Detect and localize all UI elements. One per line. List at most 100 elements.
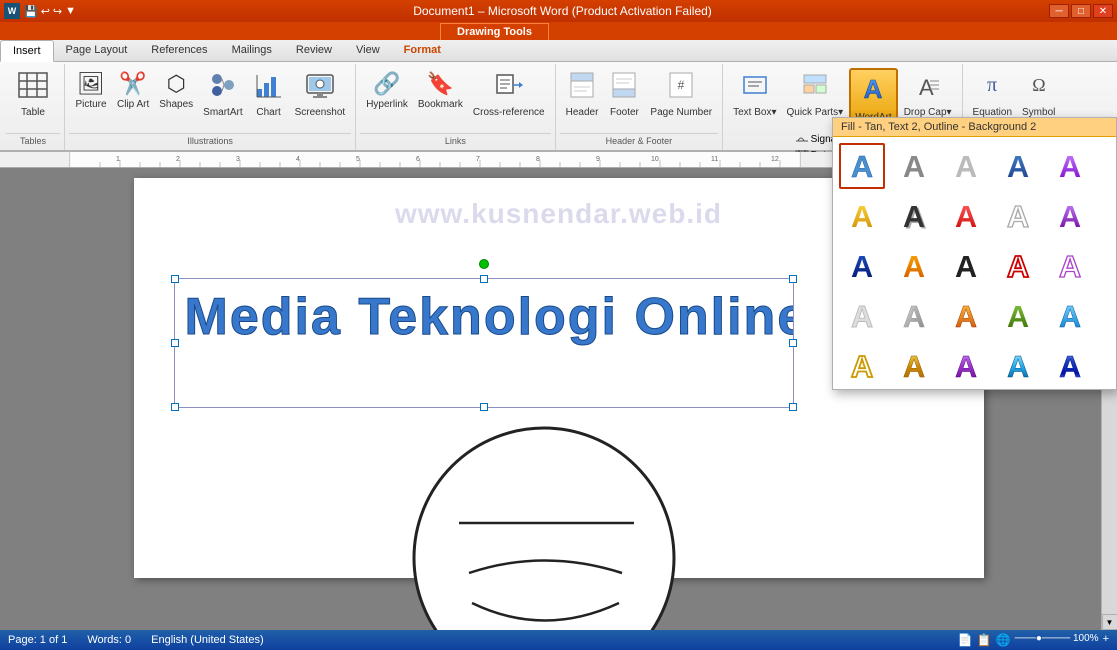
svg-text:A: A (919, 75, 934, 99)
svg-text:A: A (851, 350, 873, 384)
handle-top-middle[interactable] (480, 275, 488, 283)
footer-label: Footer (610, 107, 639, 119)
maximize-btn[interactable]: □ (1071, 4, 1091, 18)
gallery-item-17[interactable]: A (891, 293, 937, 339)
gallery-item-7[interactable]: A A (891, 193, 937, 239)
gallery-item-15[interactable]: A (1047, 243, 1093, 289)
gallery-item-2[interactable]: A (891, 143, 937, 189)
tab-review[interactable]: Review (284, 39, 344, 61)
gallery-item-23[interactable]: A (943, 343, 989, 389)
minimize-btn[interactable]: ─ (1049, 4, 1069, 18)
svg-text:12: 12 (771, 156, 779, 163)
close-btn[interactable]: ✕ (1093, 4, 1113, 18)
tab-references[interactable]: References (139, 39, 219, 61)
header-icon (569, 71, 595, 105)
quickparts-icon (802, 71, 828, 105)
screenshot-btn[interactable]: Screenshot (291, 68, 350, 130)
gallery-item-25[interactable]: A (1047, 343, 1093, 389)
svg-text:A: A (864, 74, 883, 104)
gallery-item-21[interactable]: A (839, 343, 885, 389)
picture-label: Picture (75, 99, 106, 111)
gallery-row-1: A A A (839, 143, 1110, 189)
hyperlink-label: Hyperlink (366, 99, 408, 111)
dropcap-icon: A (915, 71, 941, 105)
customize-btn[interactable]: ▼ (65, 5, 76, 18)
handle-middle-left[interactable] (171, 339, 179, 347)
gallery-item-24[interactable]: A (995, 343, 1041, 389)
handle-rotate[interactable] (479, 259, 489, 269)
zoom-in-btn[interactable]: + (1103, 633, 1109, 647)
zoom-slider[interactable]: ───●──── 100% (1015, 633, 1099, 647)
page-number-label: Page Number (650, 107, 712, 119)
view-full-btn[interactable]: 📋 (977, 633, 992, 647)
gallery-tooltip: Fill - Tan, Text 2, Outline - Background… (833, 118, 1116, 137)
gallery-item-9[interactable]: A (995, 193, 1041, 239)
gallery-item-3[interactable]: A (943, 143, 989, 189)
gallery-row-5: A A A (839, 343, 1110, 389)
chart-btn[interactable]: Chart (249, 68, 289, 130)
ribbon-group-links: 🔗 Hyperlink 🔖 Bookmark (356, 64, 555, 150)
gallery-item-4[interactable]: A (995, 143, 1041, 189)
tab-mailings[interactable]: Mailings (220, 39, 284, 61)
gallery-item-12[interactable]: A (891, 243, 937, 289)
status-words: Words: 0 (87, 634, 131, 646)
tab-format[interactable]: Format (392, 39, 453, 61)
gallery-item-1[interactable]: A (839, 143, 885, 189)
app-window: W 💾 ↩ ↪ ▼ Document1 – Microsoft Word (Pr… (0, 0, 1117, 650)
scroll-arrow-down[interactable]: ▼ (1102, 614, 1117, 630)
view-print-btn[interactable]: 📄 (958, 633, 973, 647)
bookmark-btn[interactable]: 🔖 Bookmark (414, 68, 467, 130)
word-icon: W (4, 3, 20, 19)
wordart-selection-box[interactable]: Media Teknologi Online (174, 278, 794, 408)
table-btn[interactable]: Table (8, 68, 58, 130)
page-number-btn[interactable]: # Page Number (646, 68, 716, 130)
undo-btn[interactable]: ↩ (41, 5, 50, 18)
gallery-item-6[interactable]: A (839, 193, 885, 239)
gallery-item-10[interactable]: A (1047, 193, 1093, 239)
table-label: Table (21, 107, 45, 119)
shapes-btn[interactable]: ⬡ Shapes (155, 68, 197, 130)
gallery-item-20[interactable]: A (1047, 293, 1093, 339)
svg-text:9: 9 (596, 156, 600, 163)
tab-insert[interactable]: Insert (0, 40, 54, 62)
header-btn[interactable]: Header (562, 68, 603, 130)
handle-middle-right[interactable] (789, 339, 797, 347)
screenshot-label: Screenshot (295, 107, 346, 119)
gallery-item-18[interactable]: A (943, 293, 989, 339)
picture-btn[interactable]: 🖼 Picture (71, 68, 111, 130)
svg-text:A: A (1007, 350, 1029, 384)
table-icon (17, 71, 49, 105)
wordart-icon: A (858, 74, 888, 110)
gallery-item-13[interactable]: A (943, 243, 989, 289)
svg-text:A: A (955, 300, 977, 334)
gallery-item-16[interactable]: A (839, 293, 885, 339)
gallery-item-22[interactable]: A (891, 343, 937, 389)
redo-btn[interactable]: ↪ (53, 5, 62, 18)
crossref-btn[interactable]: Cross-reference (469, 68, 549, 130)
handle-top-right[interactable] (789, 275, 797, 283)
shapes-icon: ⬡ (167, 71, 186, 97)
clipart-btn[interactable]: ✂️ Clip Art (113, 68, 153, 130)
tab-view[interactable]: View (344, 39, 392, 61)
gallery-item-8[interactable]: A (943, 193, 989, 239)
gallery-item-14[interactable]: A (995, 243, 1041, 289)
handle-bottom-right[interactable] (789, 403, 797, 411)
tab-page-layout[interactable]: Page Layout (54, 39, 140, 61)
gallery-item-11[interactable]: A (839, 243, 885, 289)
gallery-item-5[interactable]: A (1047, 143, 1093, 189)
handle-bottom-middle[interactable] (480, 403, 488, 411)
ribbon-tabs: Insert Page Layout References Mailings R… (0, 40, 1117, 62)
gallery-item-19[interactable]: A (995, 293, 1041, 339)
smartart-btn[interactable]: SmartArt (199, 68, 246, 130)
view-web-btn[interactable]: 🌐 (996, 633, 1011, 647)
handle-bottom-left[interactable] (171, 403, 179, 411)
handle-top-left[interactable] (171, 275, 179, 283)
svg-text:5: 5 (356, 156, 360, 163)
save-btn[interactable]: 💾 (24, 5, 38, 18)
svg-text:A: A (1059, 250, 1081, 284)
ribbon-group-tables: Table Tables (2, 64, 65, 150)
footer-btn[interactable]: Footer (604, 68, 644, 130)
svg-text:A: A (903, 200, 925, 234)
hyperlink-btn[interactable]: 🔗 Hyperlink (362, 68, 412, 130)
textbox-btn[interactable]: Text Box▾ (729, 68, 780, 130)
